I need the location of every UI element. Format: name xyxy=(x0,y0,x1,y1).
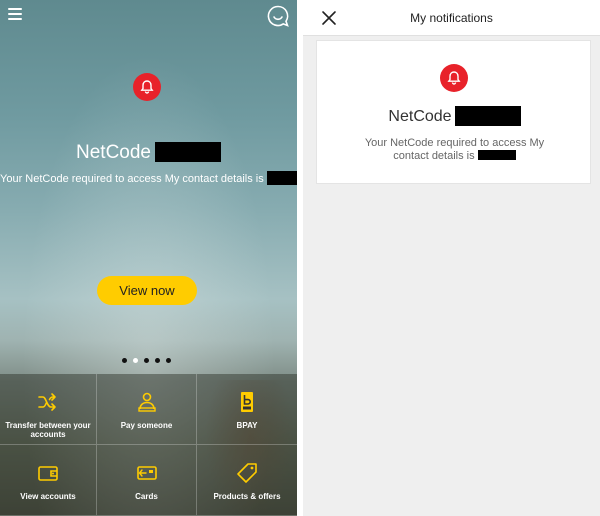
card-message-text: Your NetCode required to access My conta… xyxy=(364,137,545,162)
wallet-icon xyxy=(38,466,58,481)
quick-actions-grid: Transfer between your accounts Pay someo… xyxy=(0,374,297,516)
tile-transfer[interactable]: Transfer between your accounts xyxy=(0,374,97,445)
carousel-dot[interactable] xyxy=(122,358,127,363)
tile-label: Products & offers xyxy=(213,492,281,501)
tile-label: BPAY xyxy=(236,421,258,430)
tile-view-accounts[interactable]: View accounts xyxy=(0,445,97,516)
notifications-header: My notifications xyxy=(303,0,600,36)
tile-products-offers[interactable]: Products & offers xyxy=(197,445,297,516)
tile-cards[interactable]: Cards xyxy=(97,445,197,516)
notifications-screen: My notifications NetCode Your NetCode re… xyxy=(297,0,600,516)
card-title-text: NetCode xyxy=(388,108,452,125)
tile-label: Pay someone xyxy=(120,421,173,430)
netcode-title-text: NetCode xyxy=(76,142,151,163)
bell-icon xyxy=(447,71,461,85)
card-title: NetCode xyxy=(317,106,592,126)
netcode-message-text: Your NetCode required to access My conta… xyxy=(0,173,264,185)
netcode-message: Your NetCode required to access My conta… xyxy=(0,171,297,186)
carousel-dot-active[interactable] xyxy=(133,358,138,363)
person-pay-icon xyxy=(137,392,156,412)
tile-bpay[interactable]: BPAY xyxy=(197,374,297,445)
redacted-code xyxy=(477,150,516,160)
page-title: My notifications xyxy=(410,11,493,25)
shuffle-icon xyxy=(38,393,56,411)
tile-label: Transfer between your accounts xyxy=(5,421,91,439)
notification-card[interactable]: NetCode Your NetCode required to access … xyxy=(316,40,591,184)
redacted-code xyxy=(155,142,221,162)
redacted-code xyxy=(266,171,297,185)
tag-icon xyxy=(237,463,257,483)
card-icon xyxy=(136,466,157,480)
tile-pay-someone[interactable]: Pay someone xyxy=(97,374,197,445)
tile-label: View accounts xyxy=(20,492,76,501)
home-screen: NetCode Your NetCode required to access … xyxy=(0,0,297,516)
screen-divider xyxy=(297,0,303,516)
carousel-dot[interactable] xyxy=(144,358,149,363)
netcode-title: NetCode xyxy=(0,142,297,164)
tile-label: Cards xyxy=(135,492,158,501)
menu-icon[interactable] xyxy=(8,8,22,22)
bell-icon xyxy=(140,80,154,94)
carousel-dot[interactable] xyxy=(155,358,160,363)
redacted-code xyxy=(454,106,521,126)
carousel-dots xyxy=(122,358,171,363)
card-message: Your NetCode required to access My conta… xyxy=(347,137,562,163)
carousel-dot[interactable] xyxy=(166,358,171,363)
notification-bell-badge xyxy=(440,64,468,92)
notification-bell-badge xyxy=(133,73,161,101)
chat-icon[interactable] xyxy=(266,4,290,28)
view-now-button[interactable]: View now xyxy=(97,276,197,305)
bpay-icon xyxy=(241,392,253,412)
